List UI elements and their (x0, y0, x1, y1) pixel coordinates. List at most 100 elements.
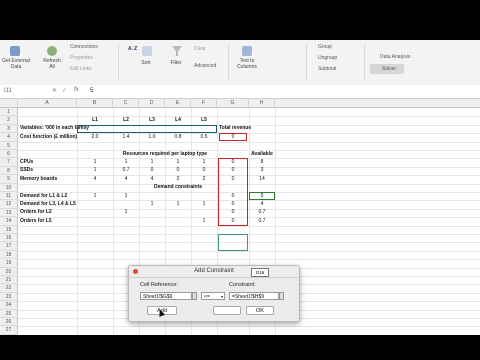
ribbon-separator (306, 44, 307, 80)
group-button[interactable]: Group (318, 44, 332, 50)
resource-label[interactable]: Memory boards (20, 175, 57, 184)
select-all-corner[interactable] (0, 99, 18, 108)
ribbon-separator (228, 44, 229, 80)
excel-window: Get External Data Refresh All Connection… (0, 40, 480, 335)
row-header[interactable]: 21 (0, 276, 18, 285)
variable-header-cell[interactable]: L2 (113, 116, 139, 125)
cost-value-cell[interactable]: 1.4 (113, 133, 139, 142)
formula-input[interactable]: 5 (90, 88, 93, 94)
clear-button[interactable]: Clear (194, 46, 206, 52)
row-header[interactable]: 6 (0, 150, 18, 159)
filter-button[interactable]: Filter (164, 60, 188, 66)
cost-value-cell[interactable]: 2.0 (77, 133, 113, 142)
variable-header-cell[interactable]: L5 (191, 116, 217, 125)
row-header[interactable]: 8 (0, 166, 18, 176)
variable-header-cell[interactable]: L4 (165, 116, 191, 125)
data-analysis-button[interactable]: Data Analysis (380, 54, 410, 60)
edit-links-button[interactable]: Edit Links (70, 66, 92, 72)
get-external-data-button[interactable]: Get External Data (2, 58, 30, 70)
enter-icon[interactable]: ✓ (62, 87, 67, 94)
cancel-button[interactable] (213, 306, 241, 315)
variable-header-cell[interactable]: L3 (139, 116, 165, 125)
row-header[interactable]: 26 (0, 318, 18, 327)
row-header[interactable]: 12 (0, 200, 18, 209)
solver-button[interactable]: Solver (370, 64, 404, 74)
row-header[interactable]: 27 (0, 326, 18, 335)
demand-label[interactable]: Orders for L5 (20, 217, 52, 226)
solver-label: Solver (382, 66, 397, 72)
row-header[interactable]: 14 (0, 217, 18, 226)
row-header[interactable]: 15 (0, 225, 18, 234)
row-header[interactable]: 10 (0, 183, 18, 192)
column-header-f[interactable]: F (191, 99, 217, 108)
row-header[interactable]: 11 (0, 192, 18, 201)
operator-select[interactable]: <= ▾ (201, 292, 225, 300)
row-header[interactable]: 24 (0, 301, 18, 310)
ungroup-button[interactable]: Ungroup (318, 55, 337, 61)
properties-button[interactable]: Properties (70, 55, 93, 61)
name-box[interactable]: I11 (4, 88, 34, 94)
demand-value-cell[interactable]: 1 (113, 208, 139, 217)
total-revenue-cell[interactable]: 0 (219, 133, 247, 142)
demand-value-cell[interactable]: 1 (191, 217, 217, 226)
demand-limit-cell[interactable]: 0.7 (249, 217, 275, 226)
column-header-a[interactable]: A (18, 99, 77, 108)
ribbon-separator (118, 44, 119, 80)
ok-button[interactable]: OK (246, 306, 274, 315)
total-revenue-label[interactable]: Total revenue (219, 124, 251, 133)
column-header-d[interactable]: D (139, 99, 165, 108)
text-to-columns-button[interactable]: Text to Columns (232, 58, 262, 70)
subtotal-button[interactable]: Subtotal (318, 66, 336, 72)
cancel-icon[interactable]: ✕ (52, 87, 57, 94)
row-header[interactable]: 16 (0, 234, 18, 243)
column-header-e[interactable]: E (165, 99, 191, 108)
row-header[interactable]: 4 (0, 133, 18, 142)
row-header[interactable]: 5 (0, 141, 18, 150)
demand-value-cell[interactable]: 1 (191, 200, 217, 209)
connections-button[interactable]: Connections (70, 44, 98, 50)
cell-reference-input[interactable]: Sheet1!$G$9 (140, 292, 192, 300)
refresh-all-button[interactable]: Refresh All (40, 58, 64, 70)
close-icon[interactable] (133, 269, 138, 274)
collapse-dialog-icon[interactable] (192, 292, 197, 300)
demand-value-cell[interactable]: 1 (113, 192, 139, 201)
demand-value-cell[interactable]: 1 (165, 200, 191, 209)
function-icon[interactable]: fx (74, 87, 79, 93)
cost-value-cell[interactable]: 0.5 (191, 133, 217, 142)
demand-value-cell[interactable]: 1 (77, 192, 113, 201)
grid-col-line (77, 108, 78, 335)
sort-icon (142, 46, 152, 56)
available-value-cell[interactable]: 14 (249, 175, 275, 184)
demand-value-cell[interactable]: 1 (139, 200, 165, 209)
row-header[interactable]: 1 (0, 108, 18, 117)
top-letterbox (0, 0, 480, 40)
row-header[interactable]: 3 (0, 124, 18, 134)
cost-value-cell[interactable]: 1.0 (139, 133, 165, 142)
column-header-h[interactable]: H (249, 99, 275, 108)
sort-az-icon[interactable]: A↓Z (128, 46, 137, 52)
column-header-g[interactable]: G (217, 99, 249, 108)
cell-ref-tag: G16 (251, 268, 269, 277)
row-header[interactable]: 13 (0, 208, 18, 218)
decision-variables-range[interactable] (77, 124, 217, 133)
row-header[interactable]: 22 (0, 284, 18, 293)
row-header[interactable]: 18 (0, 250, 18, 260)
row-header[interactable]: 2 (0, 116, 18, 125)
resource-value-cell[interactable]: 4 (77, 175, 113, 184)
row-header[interactable]: 9 (0, 175, 18, 184)
row-header[interactable]: 7 (0, 158, 18, 167)
constraint-input[interactable]: =Sheet1!$H$9 (229, 292, 279, 300)
sort-button[interactable]: Sort (136, 60, 156, 66)
cost-function-label[interactable]: Cost function (£ million) (20, 133, 77, 142)
cost-value-cell[interactable]: 0.8 (165, 133, 191, 142)
row-header[interactable]: 25 (0, 309, 18, 318)
row-header[interactable]: 19 (0, 259, 18, 268)
row-header[interactable]: 20 (0, 267, 18, 276)
column-header-c[interactable]: C (113, 99, 139, 108)
advanced-button[interactable]: Advanced (194, 63, 216, 69)
row-header[interactable]: 17 (0, 242, 18, 251)
column-header-b[interactable]: B (77, 99, 113, 108)
resource-value-cell[interactable]: 4 (113, 175, 139, 184)
collapse-dialog-icon[interactable] (279, 292, 284, 300)
row-header[interactable]: 23 (0, 292, 18, 302)
